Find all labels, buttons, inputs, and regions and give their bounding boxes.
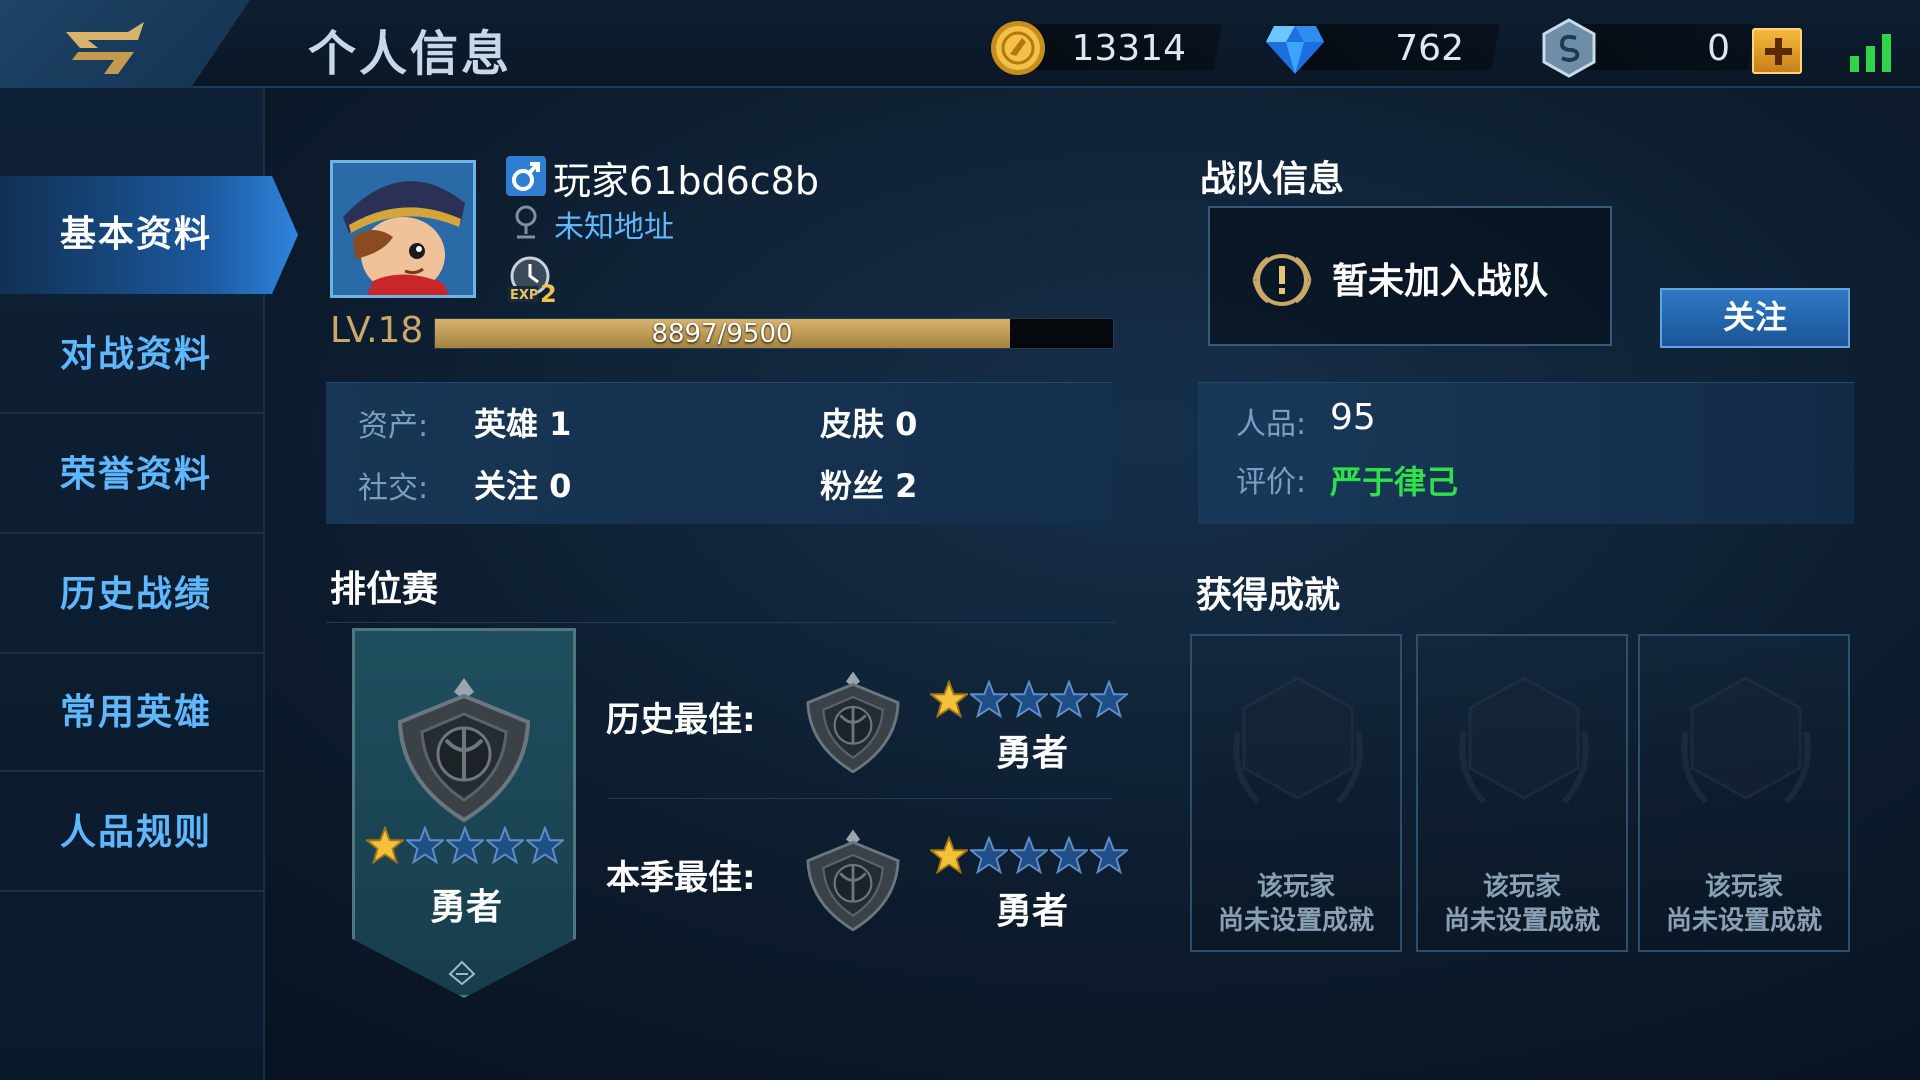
star-empty-icon <box>526 826 564 864</box>
achievement-slot-1[interactable]: 该玩家 尚未设置成就 <box>1190 634 1402 952</box>
hero-portrait-icon <box>333 163 473 295</box>
star-empty-icon <box>970 680 1008 718</box>
sidebar-item-basic-info[interactable]: 基本资料 <box>0 176 298 294</box>
current-rank-name: 勇者 <box>430 887 503 928</box>
empty-achievement-icon <box>1459 676 1589 805</box>
achievement-text-line1: 该玩家 <box>1482 872 1561 902</box>
star-empty-icon <box>1090 836 1128 874</box>
star-empty-icon <box>1050 836 1088 874</box>
star-filled-icon <box>930 836 968 874</box>
season-best-label: 本季最佳: <box>606 858 756 898</box>
add-voucher-button[interactable] <box>1752 28 1802 74</box>
exp-double-icon: EXP 2 <box>508 256 557 304</box>
achievement-text-line1: 该玩家 <box>1256 872 1335 902</box>
back-arrow-icon <box>66 22 144 74</box>
history-best-stars <box>930 680 1128 718</box>
xp-progress-text: 8897/9500 <box>651 319 793 349</box>
player-level: LV.18 <box>330 310 424 351</box>
reputation-score: 95 <box>1330 397 1376 438</box>
warning-icon <box>1252 254 1312 306</box>
achievement-text-line1: 该玩家 <box>1704 872 1783 902</box>
male-icon <box>506 156 546 196</box>
following-count[interactable]: 关注 0 <box>474 461 571 507</box>
star-empty-icon <box>1050 680 1088 718</box>
achievement-slot-2[interactable]: 该玩家 尚未设置成就 <box>1416 634 1628 952</box>
ranked-section-title: 排位赛 <box>330 569 439 610</box>
avatar[interactable] <box>330 160 476 298</box>
achievement-text-line2: 尚未设置成就 <box>1217 906 1374 936</box>
svg-text:EXP: EXP <box>510 288 538 303</box>
star-empty-icon <box>486 826 524 864</box>
team-status-box: 暂未加入战队 <box>1208 206 1612 346</box>
hero-count: 英雄 1 <box>474 405 572 443</box>
empty-achievement-icon <box>1233 676 1363 805</box>
gold-coin-icon <box>991 21 1045 75</box>
achievement-text-line2: 尚未设置成就 <box>1443 906 1600 936</box>
sidebar-item-label: 对战资料 <box>60 334 213 375</box>
sidebar-item-reputation-rules[interactable]: 人品规则 <box>0 774 265 892</box>
sidebar-item-label: 基本资料 <box>60 214 213 255</box>
reputation-panel: 人品: 95 评价: 严于律己 <box>1198 382 1854 524</box>
rank-emblem-icon <box>397 678 531 823</box>
star-filled-icon <box>366 826 404 864</box>
xp-progress-bar: 8897/9500 <box>434 318 1114 349</box>
sidebar-item-honor-info[interactable]: 荣誉资料 <box>0 416 265 534</box>
fans-count[interactable]: 粉丝 2 <box>820 461 917 507</box>
star-empty-icon <box>970 836 1008 874</box>
reputation-rating: 严于律己 <box>1330 463 1459 501</box>
player-location: 未知地址 <box>554 210 674 245</box>
gold-value: 13314 <box>1071 28 1186 69</box>
page-title: 个人信息 <box>308 26 513 82</box>
ranked-divider <box>326 622 1116 623</box>
sidebar-item-match-history[interactable]: 历史战绩 <box>0 536 265 654</box>
banner-crest-icon <box>448 960 476 986</box>
team-section-title: 战队信息 <box>1200 159 1345 200</box>
season-best-rank: 勇者 <box>996 891 1069 932</box>
star-empty-icon <box>1010 680 1048 718</box>
reputation-rating-label: 评价: <box>1236 465 1307 500</box>
asset-social-panel: 资产: 英雄 1 皮肤 0 社交: 关注 0 粉丝 2 <box>326 382 1112 524</box>
voucher-icon <box>1542 18 1596 78</box>
season-best-stars <box>930 836 1128 874</box>
voucher-value: 0 <box>1707 28 1730 69</box>
player-name: 玩家61bd6c8b <box>553 159 819 203</box>
sidebar-item-label: 人品规则 <box>60 812 213 853</box>
current-rank-stars <box>366 826 564 864</box>
assets-label: 资产: <box>358 409 429 444</box>
location-pin-icon <box>515 205 537 239</box>
history-best-rank: 勇者 <box>996 733 1069 774</box>
reputation-score-label: 人品: <box>1236 407 1307 442</box>
ranked-row-divider <box>608 798 1112 799</box>
star-filled-icon <box>930 680 968 718</box>
star-empty-icon <box>406 826 444 864</box>
signal-strength-icon <box>1850 34 1891 72</box>
star-empty-icon <box>1010 836 1048 874</box>
social-label: 社交: <box>358 471 429 506</box>
history-rank-emblem-icon <box>806 671 900 774</box>
achievement-slot-3[interactable]: 该玩家 尚未设置成就 <box>1638 634 1850 952</box>
star-empty-icon <box>1090 680 1128 718</box>
skin-count: 皮肤 0 <box>820 405 918 443</box>
diamond-icon <box>1266 26 1324 74</box>
sidebar-item-label: 历史战绩 <box>60 574 213 615</box>
follow-button[interactable]: 关注 <box>1660 288 1850 348</box>
star-empty-icon <box>446 826 484 864</box>
empty-achievement-icon <box>1681 676 1811 805</box>
sidebar-item-label: 常用英雄 <box>60 692 213 733</box>
sidebar-item-battle-info[interactable]: 对战资料 <box>0 296 265 414</box>
achievement-text-line2: 尚未设置成就 <box>1665 906 1822 936</box>
achievements-section-title: 获得成就 <box>1196 575 1341 616</box>
season-rank-emblem-icon <box>806 829 900 932</box>
sidebar-item-common-heroes[interactable]: 常用英雄 <box>0 654 265 772</box>
team-status-text: 暂未加入战队 <box>1332 261 1549 302</box>
sidebar-item-label: 荣誉资料 <box>60 454 213 495</box>
svg-text:2: 2 <box>540 280 557 304</box>
diamond-value: 762 <box>1395 28 1464 69</box>
history-best-label: 历史最佳: <box>606 700 756 740</box>
